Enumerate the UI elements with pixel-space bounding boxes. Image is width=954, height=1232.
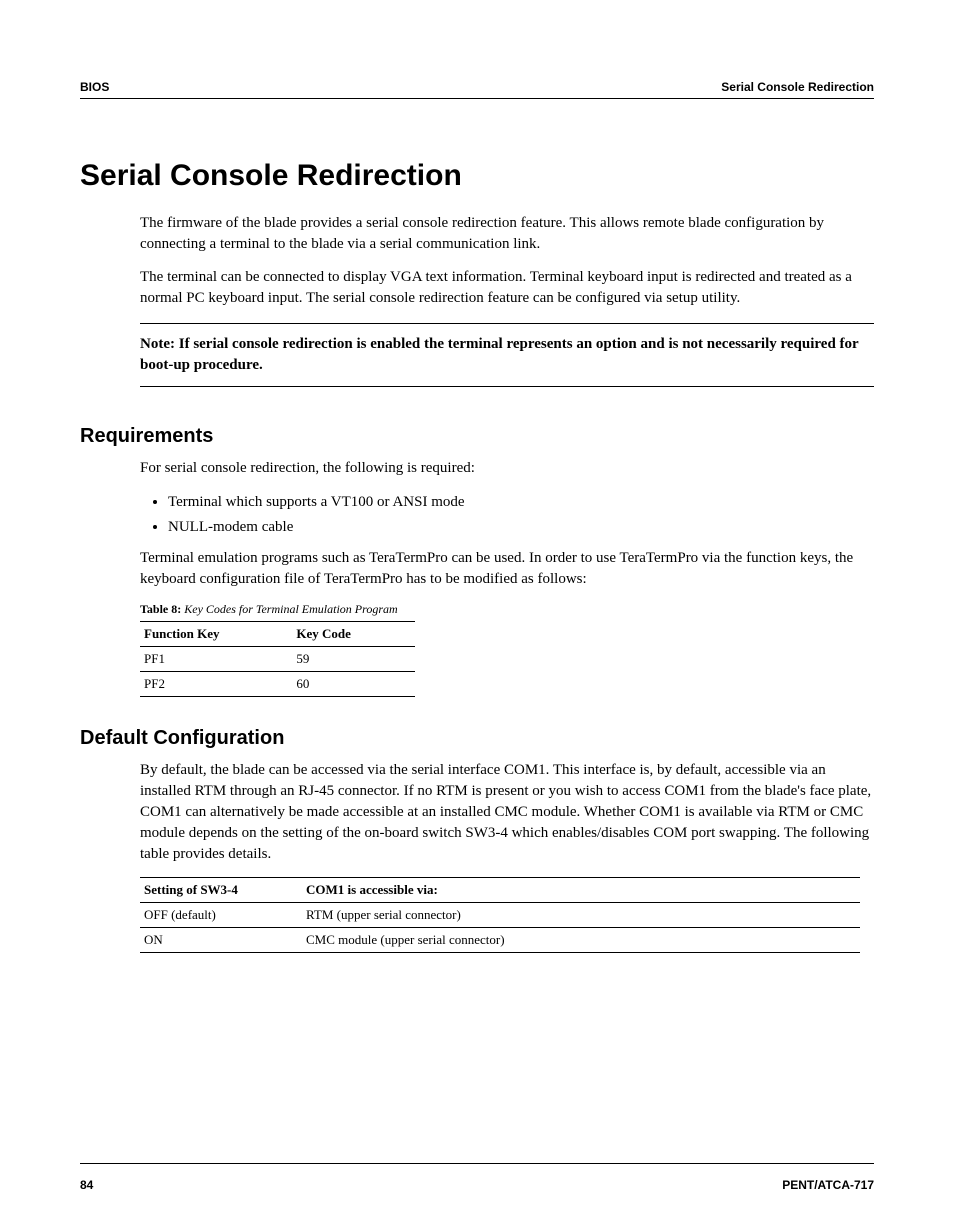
intro-p2: The terminal can be connected to display…	[140, 267, 874, 309]
table-row: PF1 59	[140, 647, 415, 672]
page-number: 84	[80, 1178, 93, 1192]
cell: ON	[140, 928, 302, 953]
requirements-lead: For serial console redirection, the foll…	[140, 458, 874, 479]
cell: CMC module (upper serial connector)	[302, 928, 860, 953]
note-box: Note: If serial console redirection is e…	[140, 323, 874, 387]
cell: 59	[292, 647, 415, 672]
header-right: Serial Console Redirection	[721, 80, 874, 94]
default-config-heading: Default Configuration	[80, 727, 874, 750]
intro-block: The firmware of the blade provides a ser…	[140, 213, 874, 415]
th-com1: COM1 is accessible via:	[302, 878, 860, 903]
cell: RTM (upper serial connector)	[302, 903, 860, 928]
cell: 60	[292, 672, 415, 697]
page-title: Serial Console Redirection	[80, 159, 874, 193]
cell: OFF (default)	[140, 903, 302, 928]
note-text: Note: If serial console redirection is e…	[140, 334, 874, 376]
page-footer: 84 PENT/ATCA-717	[80, 1163, 874, 1192]
th-func-key: Function Key	[140, 622, 292, 647]
sw3-table: Setting of SW3-4 COM1 is accessible via:…	[140, 877, 860, 953]
requirements-list: Terminal which supports a VT100 or ANSI …	[140, 491, 874, 538]
requirements-heading: Requirements	[80, 425, 874, 448]
th-setting: Setting of SW3-4	[140, 878, 302, 903]
header-left: BIOS	[80, 80, 109, 94]
cell: PF1	[140, 647, 292, 672]
table-caption: Table 8: Key Codes for Terminal Emulatio…	[140, 602, 874, 617]
default-config-p1: By default, the blade can be accessed vi…	[140, 760, 874, 865]
default-config-block: By default, the blade can be accessed vi…	[140, 760, 874, 973]
page-header: BIOS Serial Console Redirection	[80, 80, 874, 99]
list-item: NULL-modem cable	[168, 516, 874, 539]
requirements-after: Terminal emulation programs such as Tera…	[140, 548, 874, 590]
intro-p1: The firmware of the blade provides a ser…	[140, 213, 874, 255]
table-row: PF2 60	[140, 672, 415, 697]
table-row: OFF (default) RTM (upper serial connecto…	[140, 903, 860, 928]
requirements-block: For serial console redirection, the foll…	[140, 458, 874, 717]
table-row: ON CMC module (upper serial connector)	[140, 928, 860, 953]
th-key-code: Key Code	[292, 622, 415, 647]
caption-bold: Table 8:	[140, 602, 181, 616]
list-item: Terminal which supports a VT100 or ANSI …	[168, 491, 874, 514]
caption-italic: Key Codes for Terminal Emulation Program	[181, 602, 397, 616]
cell: PF2	[140, 672, 292, 697]
doc-id: PENT/ATCA-717	[782, 1178, 874, 1192]
keycodes-table: Function Key Key Code PF1 59 PF2 60	[140, 621, 415, 697]
